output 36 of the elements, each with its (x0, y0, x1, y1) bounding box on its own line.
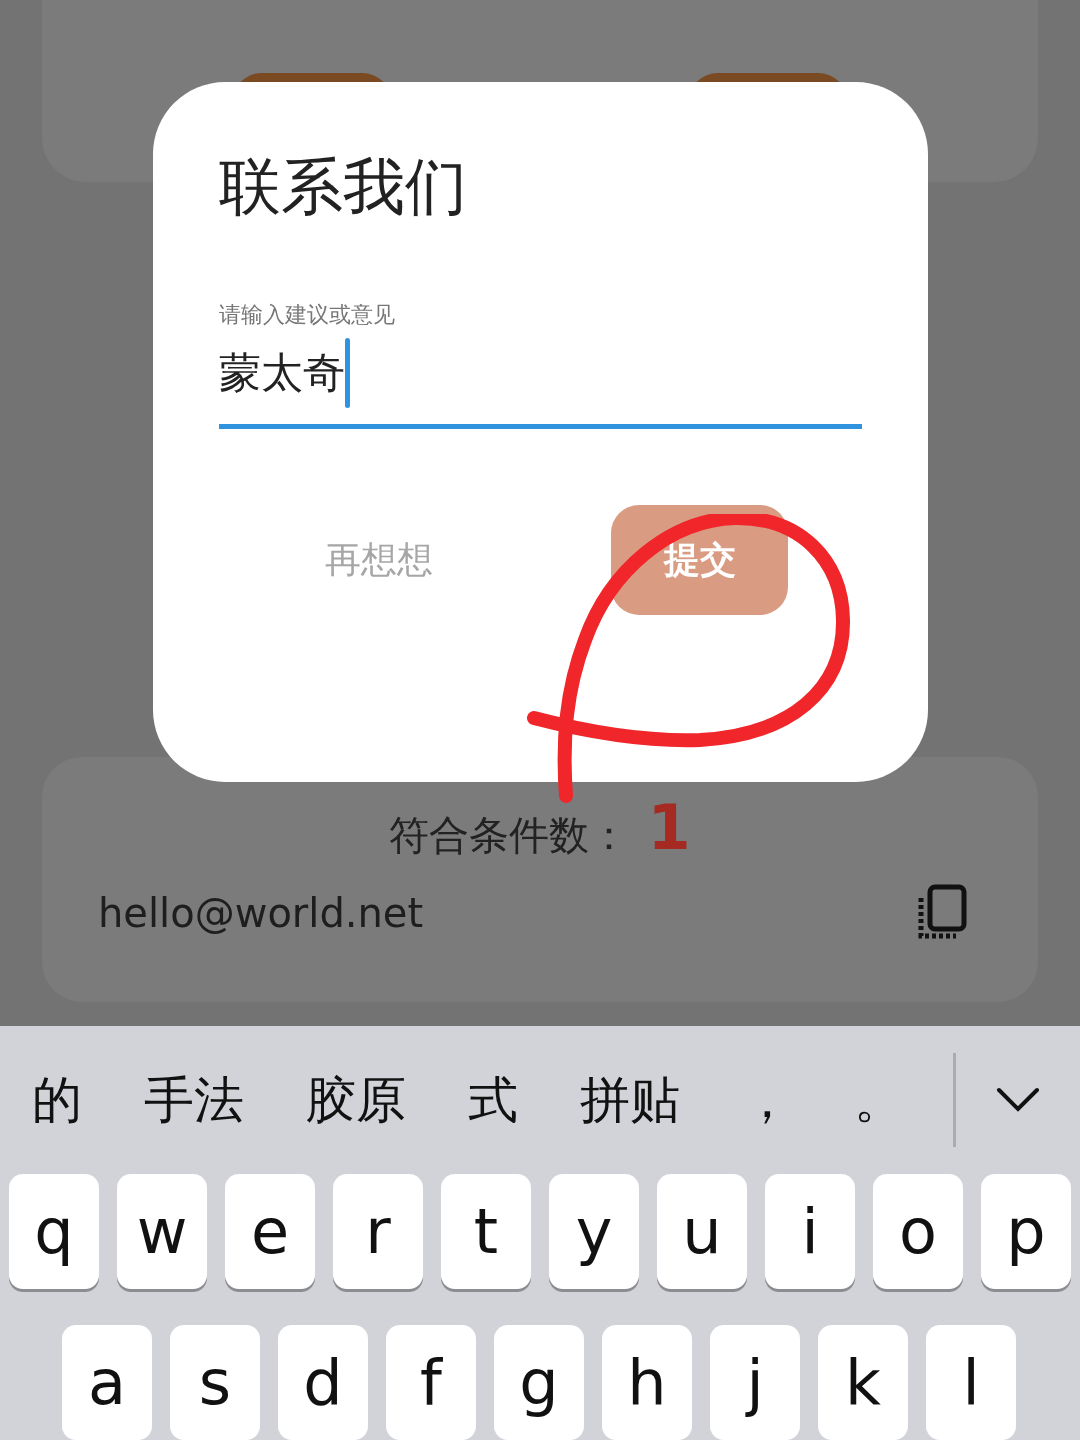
copy-icon[interactable] (916, 884, 968, 942)
key[interactable]: u (657, 1174, 747, 1289)
match-count: 1 (647, 797, 691, 859)
dialog-title: 联系我们 (219, 156, 468, 218)
candidate-word[interactable]: 手法 (144, 1075, 244, 1125)
field-value: 蒙太奇 (219, 352, 345, 394)
key[interactable]: i (765, 1174, 855, 1289)
key[interactable]: g (494, 1325, 584, 1440)
candidate-word[interactable]: 式 (468, 1075, 518, 1125)
feedback-field[interactable]: 请输入建议或意见 蒙太奇 (219, 304, 862, 429)
key[interactable]: j (710, 1325, 800, 1440)
key[interactable]: a (62, 1325, 152, 1440)
key[interactable]: e (225, 1174, 315, 1289)
key[interactable]: h (602, 1325, 692, 1440)
candidate-word[interactable]: 胶原 (306, 1075, 406, 1125)
text-cursor (345, 338, 350, 408)
key[interactable]: k (818, 1325, 908, 1440)
match-count-label: 符合条件数： (389, 815, 630, 859)
field-label: 请输入建议或意见 (219, 304, 396, 326)
email-text: hello@world.net (98, 889, 424, 938)
key[interactable]: r (333, 1174, 423, 1289)
candidate-word[interactable]: 。 (854, 1075, 904, 1125)
key[interactable]: t (441, 1174, 531, 1289)
key[interactable]: l (926, 1325, 1016, 1440)
key[interactable]: s (170, 1325, 260, 1440)
collapse-chevron-icon[interactable] (996, 1087, 1040, 1113)
candidate-word[interactable]: 的 (32, 1075, 82, 1125)
key[interactable]: w (117, 1174, 207, 1289)
candidate-word[interactable]: ， (742, 1075, 792, 1125)
candidate-word[interactable]: 拼贴 (580, 1075, 680, 1125)
key[interactable]: o (873, 1174, 963, 1289)
key[interactable]: y (549, 1174, 639, 1289)
key[interactable]: f (386, 1325, 476, 1440)
key[interactable]: p (981, 1174, 1071, 1289)
key[interactable]: q (9, 1174, 99, 1289)
key[interactable]: d (278, 1325, 368, 1440)
